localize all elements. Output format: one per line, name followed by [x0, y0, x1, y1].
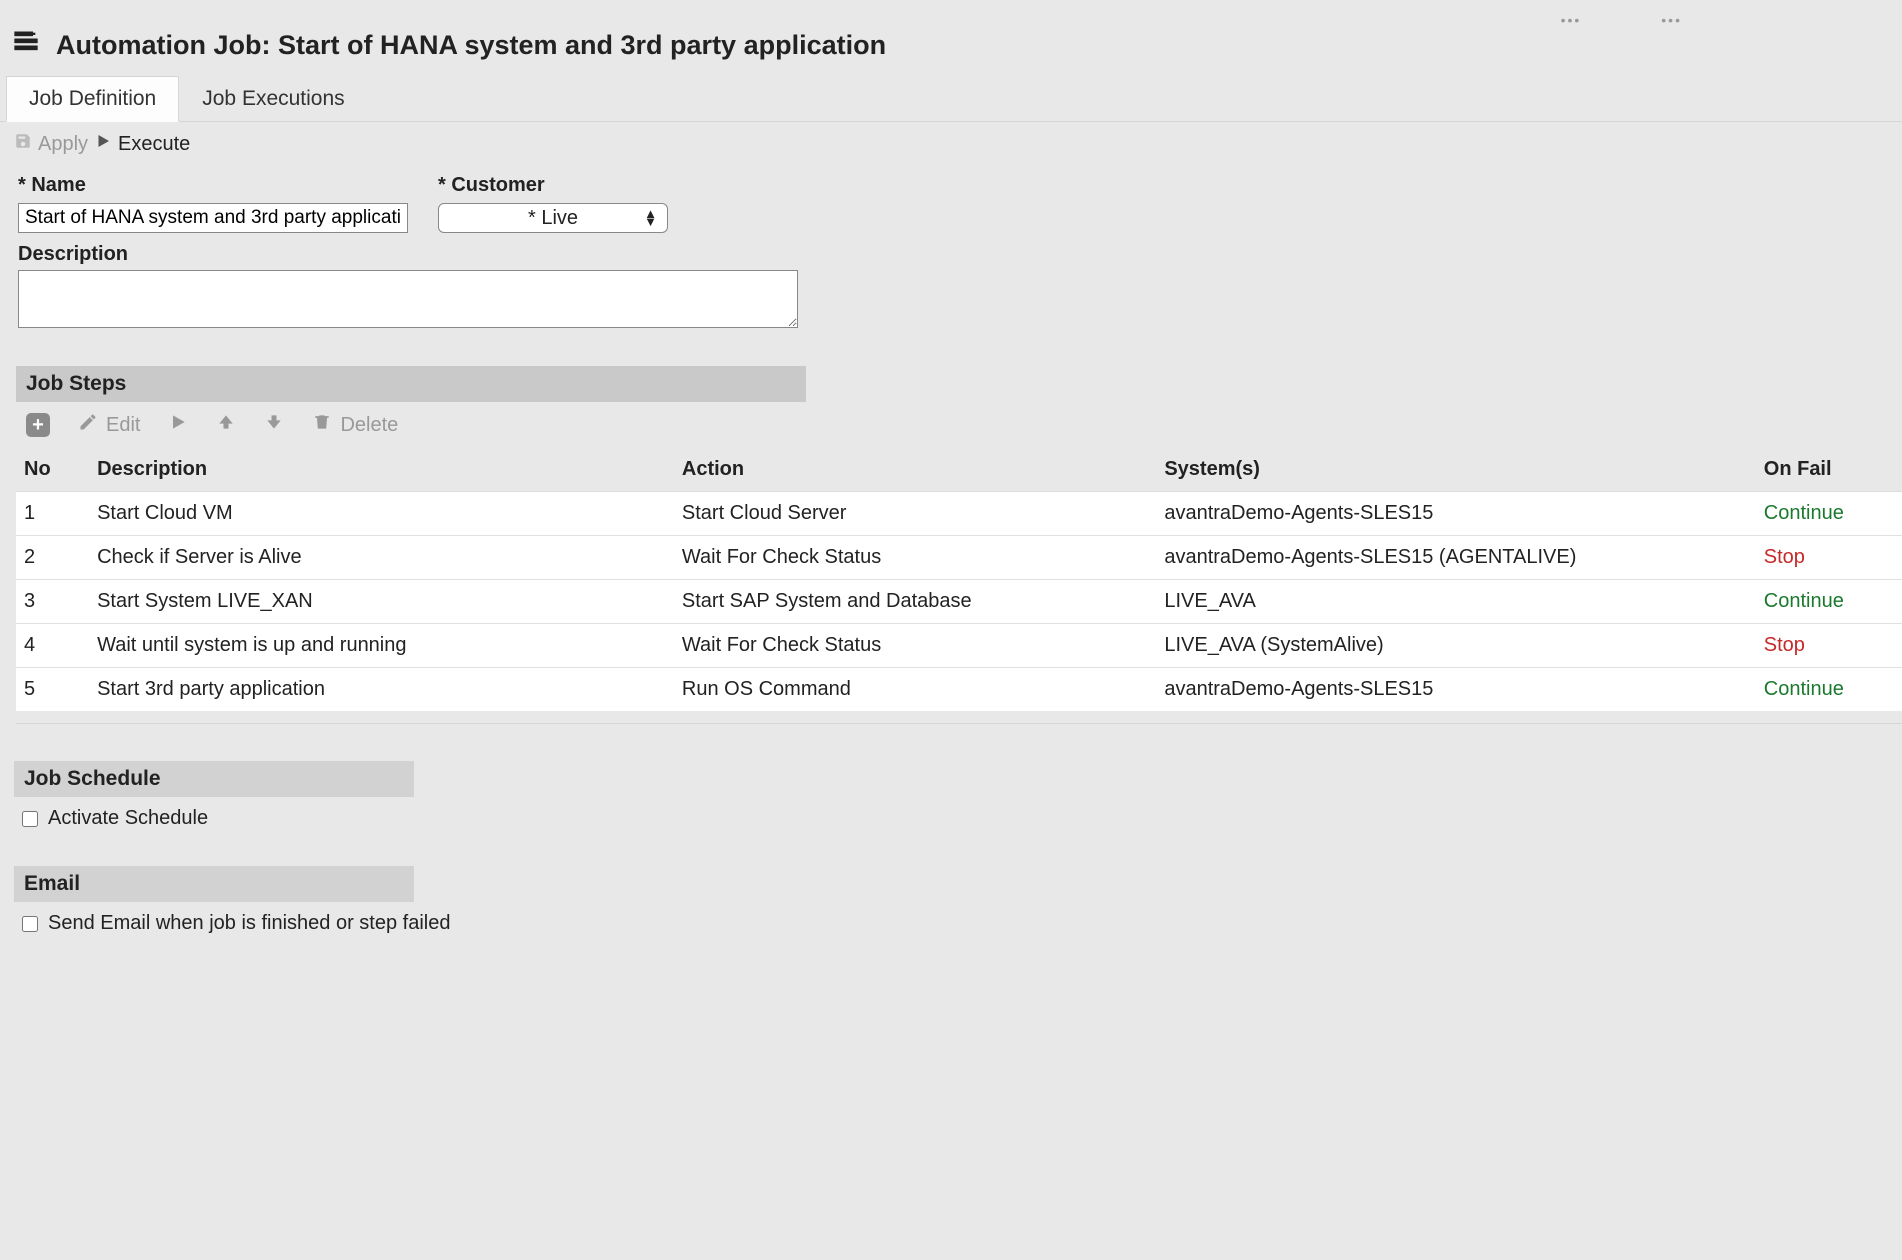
- play-step-button[interactable]: [168, 412, 188, 438]
- activate-schedule-checkbox[interactable]: [22, 811, 38, 827]
- grip-icon: •••: [1561, 12, 1582, 24]
- delete-step-button[interactable]: Delete: [312, 412, 398, 438]
- customer-value: * Live: [528, 207, 578, 230]
- cell-action: Start Cloud Server: [674, 492, 1156, 536]
- customer-label: * Customer: [438, 174, 668, 197]
- table-row[interactable]: 1Start Cloud VMStart Cloud Serveravantra…: [16, 492, 1902, 536]
- cell-description: Wait until system is up and running: [89, 624, 674, 668]
- cell-no: 3: [16, 580, 89, 624]
- edit-step-button[interactable]: Edit: [78, 412, 140, 438]
- automation-job-icon: [12, 28, 40, 62]
- table-row[interactable]: 3Start System LIVE_XANStart SAP System a…: [16, 580, 1902, 624]
- grip-icon: •••: [1661, 12, 1682, 24]
- select-arrows-icon: ▲▼: [644, 210, 657, 226]
- table-row[interactable]: 4Wait until system is up and runningWait…: [16, 624, 1902, 668]
- edit-label: Edit: [106, 414, 140, 437]
- cell-action: Wait For Check Status: [674, 536, 1156, 580]
- arrow-up-icon: [216, 412, 236, 438]
- cell-systems: avantraDemo-Agents-SLES15: [1156, 492, 1755, 536]
- cell-onfail: Continue: [1756, 580, 1902, 624]
- cell-description: Check if Server is Alive: [89, 536, 674, 580]
- cell-no: 5: [16, 668, 89, 712]
- name-label: * Name: [18, 174, 408, 197]
- apply-button[interactable]: Apply: [14, 132, 88, 156]
- steps-divider: [16, 723, 1902, 733]
- play-icon: [168, 412, 188, 438]
- column-header-description[interactable]: Description: [89, 448, 674, 492]
- cell-action: Run OS Command: [674, 668, 1156, 712]
- description-label: Description: [18, 243, 1886, 266]
- steps-toolbar: + Edit Delete: [0, 402, 1902, 448]
- cell-systems: LIVE_AVA: [1156, 580, 1755, 624]
- column-header-onfail[interactable]: On Fail: [1756, 448, 1902, 492]
- send-email-label: Send Email when job is finished or step …: [48, 912, 450, 935]
- save-icon: [14, 132, 32, 156]
- column-header-action[interactable]: Action: [674, 448, 1156, 492]
- column-header-no[interactable]: No: [16, 448, 89, 492]
- tab-job-definition[interactable]: Job Definition: [6, 76, 179, 122]
- job-steps-header: Job Steps: [16, 366, 806, 402]
- customer-select[interactable]: * Live ▲▼: [438, 203, 668, 233]
- arrow-down-icon: [264, 412, 284, 438]
- column-header-systems[interactable]: System(s): [1156, 448, 1755, 492]
- description-textarea[interactable]: [18, 270, 798, 328]
- page-title: Automation Job: Start of HANA system and…: [56, 30, 886, 61]
- trash-icon: [312, 412, 332, 438]
- cell-onfail: Continue: [1756, 668, 1902, 712]
- cell-systems: avantraDemo-Agents-SLES15: [1156, 668, 1755, 712]
- tab-job-executions[interactable]: Job Executions: [179, 76, 367, 121]
- panel-grip: ••• •••: [0, 12, 1902, 24]
- name-input[interactable]: [18, 203, 408, 233]
- email-header: Email: [14, 866, 414, 902]
- cell-action: Wait For Check Status: [674, 624, 1156, 668]
- cell-description: Start Cloud VM: [89, 492, 674, 536]
- cell-no: 4: [16, 624, 89, 668]
- cell-onfail: Stop: [1756, 536, 1902, 580]
- cell-onfail: Continue: [1756, 492, 1902, 536]
- cell-systems: avantraDemo-Agents-SLES15 (AGENTALIVE): [1156, 536, 1755, 580]
- edit-icon: [78, 412, 98, 438]
- job-steps-table: No Description Action System(s) On Fail …: [16, 448, 1902, 711]
- cell-description: Start 3rd party application: [89, 668, 674, 712]
- table-row[interactable]: 2Check if Server is AliveWait For Check …: [16, 536, 1902, 580]
- cell-onfail: Stop: [1756, 624, 1902, 668]
- cell-description: Start System LIVE_XAN: [89, 580, 674, 624]
- action-toolbar: Apply Execute: [0, 122, 1902, 170]
- cell-systems: LIVE_AVA (SystemAlive): [1156, 624, 1755, 668]
- send-email-checkbox[interactable]: [22, 916, 38, 932]
- cell-no: 1: [16, 492, 89, 536]
- tabs: Job Definition Job Executions: [0, 76, 1902, 122]
- cell-no: 2: [16, 536, 89, 580]
- apply-label: Apply: [38, 133, 88, 156]
- activate-schedule-label: Activate Schedule: [48, 807, 208, 830]
- execute-label: Execute: [118, 133, 190, 156]
- move-down-button[interactable]: [264, 412, 284, 438]
- delete-label: Delete: [340, 414, 398, 437]
- add-step-button[interactable]: +: [26, 413, 50, 437]
- play-icon: [94, 132, 112, 156]
- cell-action: Start SAP System and Database: [674, 580, 1156, 624]
- table-row[interactable]: 5Start 3rd party applicationRun OS Comma…: [16, 668, 1902, 712]
- job-schedule-header: Job Schedule: [14, 761, 414, 797]
- move-up-button[interactable]: [216, 412, 236, 438]
- execute-button[interactable]: Execute: [94, 132, 190, 156]
